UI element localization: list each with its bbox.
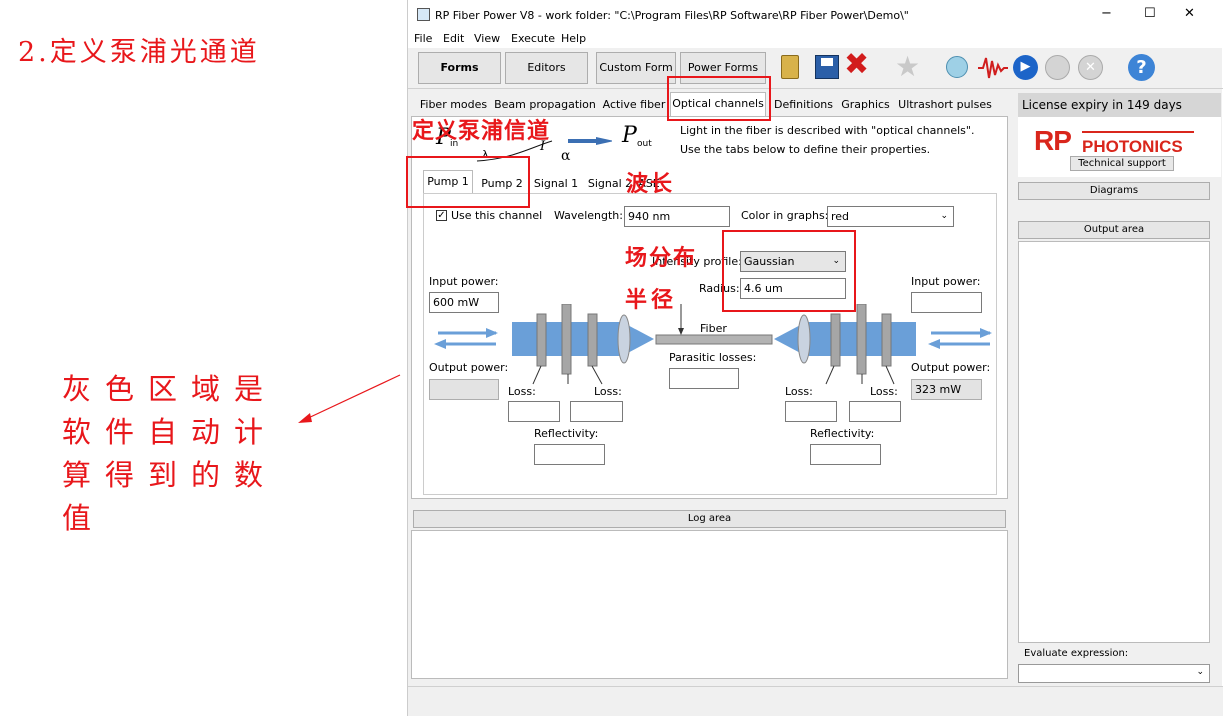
loss-input-3[interactable]: [785, 401, 837, 422]
reflectivity-right-input[interactable]: [810, 444, 881, 465]
reflectivity-right-label: Reflectivity:: [810, 427, 875, 440]
toolbar-divider: [408, 88, 1223, 89]
intro-line-2: Use the tabs below to define their prope…: [680, 143, 931, 156]
waveform-icon[interactable]: [978, 55, 1008, 81]
output-area[interactable]: [1018, 241, 1210, 643]
loss-input-4[interactable]: [849, 401, 901, 422]
status-bar: [408, 686, 1223, 716]
maximize-button[interactable]: ☐: [1144, 6, 1156, 21]
loss-input-1[interactable]: [508, 401, 560, 422]
use-channel-label: Use this channel: [451, 209, 543, 222]
log-area-header[interactable]: Log area: [413, 510, 1006, 528]
forms-button[interactable]: Forms: [418, 52, 501, 84]
intro-line-1: Light in the fiber is described with "op…: [680, 124, 975, 137]
loss-input-2[interactable]: [570, 401, 623, 422]
log-area[interactable]: [411, 530, 1008, 679]
tab-active-fiber[interactable]: Active fiber: [601, 96, 667, 116]
tab-ultrashort-pulses[interactable]: Ultrashort pulses: [898, 96, 992, 116]
diagrams-button[interactable]: Diagrams: [1018, 182, 1210, 200]
alpha-symbol: α: [561, 148, 571, 164]
menu-help[interactable]: Help: [561, 32, 586, 45]
reflectivity-left-input[interactable]: [534, 444, 605, 465]
color-label: Color in graphs:: [741, 209, 829, 222]
input-power-right-label: Input power:: [911, 275, 981, 288]
annotation-gray-line4: 值: [62, 501, 106, 535]
chevron-down-icon: ⌄: [1196, 667, 1204, 677]
annotation-gray-line3: 算得到的数: [62, 458, 278, 492]
menu-view[interactable]: View: [474, 32, 500, 45]
annotation-radius: 半径: [625, 287, 678, 313]
annotation-define-channel: 定义泵浦信道: [412, 118, 551, 144]
annotation-gray-line2: 软件自动计: [62, 415, 278, 449]
annotation-gray-area: 灰色区域是 软件自动计 算得到的数 值: [62, 368, 277, 540]
parasitic-losses-label: Parasitic losses:: [669, 351, 757, 364]
minimize-button[interactable]: −: [1101, 6, 1112, 21]
evaluate-input[interactable]: ⌄: [1018, 664, 1210, 683]
output-area-header[interactable]: Output area: [1018, 221, 1210, 239]
logo-rule: [1082, 131, 1194, 133]
annotation-wavelength: 波长: [626, 171, 675, 197]
play-icon[interactable]: ▶: [1013, 55, 1038, 80]
technical-support-button[interactable]: Technical support: [1070, 156, 1174, 171]
use-channel-checkbox[interactable]: ✓: [436, 210, 447, 221]
network-icon[interactable]: [946, 56, 968, 78]
logo-area: RP PHOTONICS Technical support: [1018, 117, 1221, 177]
open-icon[interactable]: [781, 55, 799, 79]
reflectivity-left-label: Reflectivity:: [534, 427, 599, 440]
window-title: RP Fiber Power V8 - work folder: "C:\Pro…: [435, 9, 909, 22]
input-power-left-label: Input power:: [429, 275, 499, 288]
loss-label: Loss:: [594, 385, 622, 398]
highlight-pump-tabs: [406, 156, 530, 208]
menu-bar: File Edit View Execute Help: [408, 30, 1223, 48]
editors-button[interactable]: Editors: [505, 52, 588, 84]
close-button[interactable]: ✕: [1184, 6, 1195, 21]
color-select[interactable]: red ⌄: [827, 206, 954, 227]
fiber-label: Fiber: [700, 322, 727, 335]
tab-graphics[interactable]: Graphics: [839, 96, 892, 116]
highlight-optical-channels: [667, 76, 771, 121]
output-power-right-label: Output power:: [911, 361, 991, 374]
menu-edit[interactable]: Edit: [443, 32, 464, 45]
app-window: RP Fiber Power V8 - work folder: "C:\Pro…: [407, 0, 1223, 716]
annotation-gray-line1: 灰色区域是: [62, 372, 278, 406]
custom-form-button[interactable]: Custom Form: [596, 52, 676, 84]
loss-label: Loss:: [785, 385, 813, 398]
star-icon[interactable]: ★: [895, 52, 920, 82]
loss-label: Loss:: [508, 385, 536, 398]
stop-icon[interactable]: [1045, 55, 1070, 80]
tab-signal-1[interactable]: Signal 1: [531, 175, 581, 195]
annotation-heading: 2.定义泵浦光通道: [18, 37, 260, 68]
output-power-left-value: [429, 379, 499, 400]
cancel-icon[interactable]: ✕: [1078, 55, 1103, 80]
tab-definitions[interactable]: Definitions: [770, 96, 837, 116]
p-out-symbol: P: [622, 123, 637, 148]
photonics-logo: PHOTONICS: [1082, 137, 1183, 156]
rp-logo: RP: [1034, 125, 1072, 156]
parasitic-losses-input[interactable]: [669, 368, 739, 389]
wavelength-input[interactable]: 940 nm: [624, 206, 730, 227]
wavelength-label: Wavelength:: [554, 209, 623, 222]
loss-label: Loss:: [870, 385, 898, 398]
color-select-value: red: [831, 210, 850, 223]
license-bar: License expiry in 149 days: [1018, 93, 1221, 117]
chevron-down-icon: ⌄: [940, 211, 948, 221]
annotation-arrow: [298, 374, 401, 423]
help-icon[interactable]: ?: [1128, 54, 1155, 81]
evaluate-label: Evaluate expression:: [1024, 648, 1129, 659]
channel-panel: ✓ Use this channel Wavelength: 940 nm Co…: [423, 193, 997, 495]
app-icon: [417, 8, 430, 21]
menu-file[interactable]: File: [414, 32, 432, 45]
output-power-right-value: 323 mW: [911, 379, 982, 400]
save-icon[interactable]: [815, 55, 839, 79]
annotation-field-distribution: 场分布: [625, 245, 698, 271]
highlight-profile-radius: [722, 230, 856, 312]
delete-icon[interactable]: ✖: [844, 50, 869, 80]
menu-execute[interactable]: Execute: [511, 32, 555, 45]
title-bar: RP Fiber Power V8 - work folder: "C:\Pro…: [408, 0, 1223, 30]
p-out-subscript: out: [637, 139, 652, 149]
output-power-left-label: Output power:: [429, 361, 509, 374]
